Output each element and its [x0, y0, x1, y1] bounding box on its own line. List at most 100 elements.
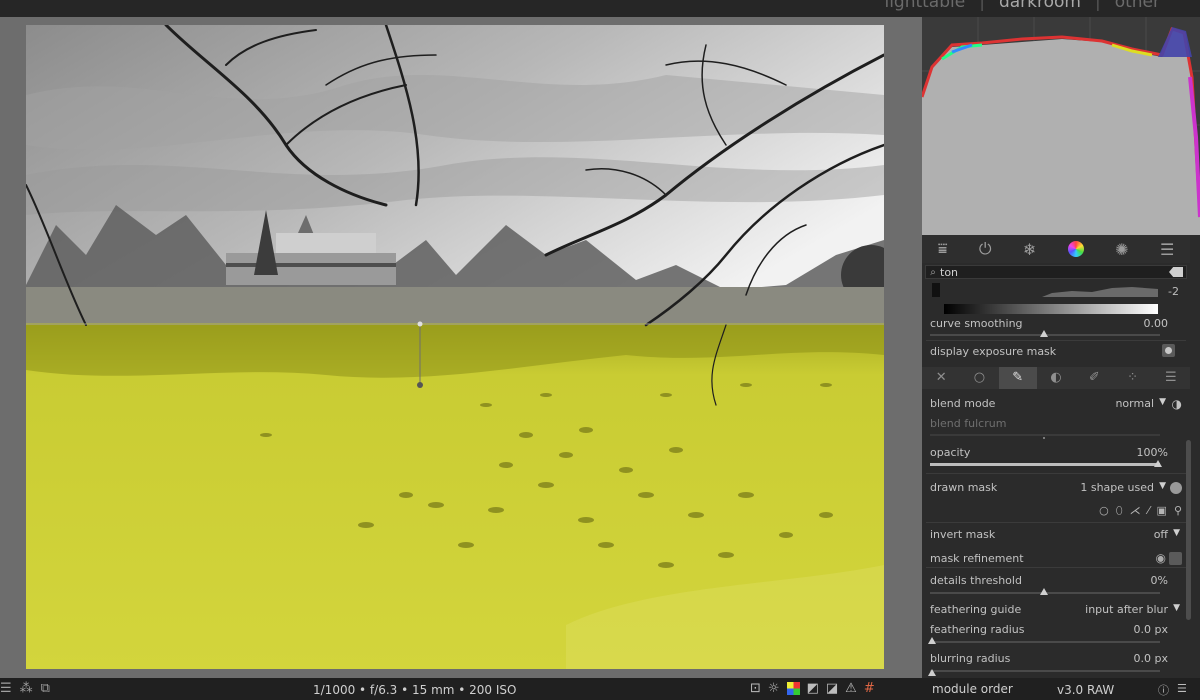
histogram[interactable]: [922, 17, 1200, 235]
brush-shape-icon[interactable]: ⁄: [1148, 504, 1150, 518]
sliders-icon[interactable]: ⩸: [938, 239, 948, 259]
feathering-guide-value: input after blur: [1085, 603, 1168, 616]
blend-fulcrum-marker: [1043, 437, 1045, 439]
curve-smoothing-value: 0.00: [1143, 317, 1169, 330]
lightbulb-icon[interactable]: ☼: [768, 681, 780, 696]
blurring-radius-handle[interactable]: [928, 669, 936, 676]
tone-gradient-bar: [944, 304, 1158, 314]
photo-image: [26, 25, 884, 669]
tab-blend-off[interactable]: ✕: [922, 367, 960, 389]
opacity-slider[interactable]: opacity 100%: [930, 446, 1182, 462]
feathering-radius-slider[interactable]: feathering radius 0.0 px: [930, 623, 1182, 639]
feathering-radius-track[interactable]: [930, 641, 1160, 643]
drawn-mask-row[interactable]: drawn mask 1 shape used ▼: [930, 481, 1182, 497]
feathering-guide-dropdown[interactable]: feathering guide input after blur ▼: [930, 603, 1182, 619]
drawn-mask-value: 1 shape used: [1080, 481, 1154, 494]
bottom-display-tools: ⊡ ☼ ◩ ◪ ⚠ #: [750, 681, 875, 696]
view-separator: |: [979, 0, 985, 12]
details-threshold-handle[interactable]: [1040, 588, 1048, 595]
edit-shapes-icon[interactable]: ⚲: [1174, 504, 1182, 518]
chevron-down-icon: ▼: [1173, 528, 1180, 538]
divider: [926, 567, 1186, 568]
details-threshold-slider[interactable]: details threshold 0%: [930, 574, 1182, 590]
tab-blend-raster[interactable]: ⁘: [1113, 367, 1151, 389]
info-icon[interactable]: ⓘ: [1158, 682, 1169, 698]
gradient-shape-icon[interactable]: ▣: [1157, 504, 1167, 518]
ellipse-shape-icon[interactable]: ⬯: [1116, 504, 1123, 518]
tab-blend-drawn[interactable]: ✎: [998, 367, 1037, 389]
blend-mode-value: normal: [1115, 397, 1154, 410]
mask-feather-handle[interactable]: [417, 382, 423, 388]
bottom-left-tools: ☰ ⁂ ⧉: [0, 681, 50, 696]
invert-mask-value: off: [1153, 528, 1168, 541]
focus-peaking-icon[interactable]: ⊡: [750, 681, 761, 696]
shape-tools: ○ ⬯ ⋌ ⁄ ▣ ⚲: [1052, 504, 1182, 518]
circle-shape-icon[interactable]: ○: [1099, 504, 1109, 518]
toggle-shapes-icon[interactable]: [1170, 482, 1182, 494]
image-canvas-area: [0, 17, 922, 678]
view-other[interactable]: other: [1115, 0, 1160, 12]
snowflake-icon[interactable]: ❄: [1023, 240, 1036, 259]
blurring-radius-track[interactable]: [930, 670, 1160, 672]
feathering-radius-value: 0.0 px: [1133, 623, 1168, 636]
module-order-label[interactable]: module order: [932, 682, 1013, 696]
tab-blend-drawn-parametric[interactable]: ✐: [1075, 367, 1113, 389]
menu-icon[interactable]: ☰: [1177, 682, 1187, 698]
softproof-icon[interactable]: ◩: [807, 681, 819, 696]
right-panel-scrollbar[interactable]: [1186, 440, 1191, 620]
gamut-check-icon[interactable]: ◪: [826, 681, 838, 696]
blend-menu-icon[interactable]: ☰: [1152, 367, 1190, 389]
bottom-right-tools: ⓘ ☰: [1158, 682, 1187, 698]
histogram-graph: [922, 17, 1200, 235]
styles-icon[interactable]: ⁂: [20, 681, 33, 696]
tab-blend-uniform[interactable]: ○: [960, 367, 998, 389]
menu-icon[interactable]: ☰: [0, 681, 12, 696]
chevron-down-icon: ▼: [1159, 397, 1166, 407]
view-separator: |: [1094, 0, 1101, 12]
feathering-radius-handle[interactable]: [928, 637, 936, 644]
invert-mask-dropdown[interactable]: invert mask off ▼: [930, 528, 1182, 544]
chevron-down-icon: ▼: [1173, 603, 1180, 613]
guides-icon[interactable]: #: [864, 681, 875, 696]
divider: [926, 522, 1186, 523]
exposure-value: -2: [1168, 285, 1179, 298]
blend-fulcrum-slider: blend fulcrum: [930, 417, 1007, 430]
divider: [926, 473, 1186, 474]
details-threshold-value: 0%: [1150, 574, 1168, 587]
photo-preview[interactable]: [26, 25, 884, 669]
opacity-handle[interactable]: [1154, 460, 1162, 467]
module-groups-bar: ⩸ ⏻ ❄ ✺ ☰: [922, 235, 1190, 263]
curve-smoothing-handle[interactable]: [1040, 330, 1048, 337]
mask-display-toggle[interactable]: [1169, 552, 1182, 565]
view-lighttable[interactable]: lighttable: [884, 0, 965, 12]
opacity-value: 100%: [1136, 446, 1168, 459]
color-wheel-icon[interactable]: [1067, 241, 1084, 257]
exposure-bar-marker: [932, 283, 940, 297]
tab-blend-parametric[interactable]: ◐: [1037, 367, 1075, 389]
chevron-down-icon: ▼: [1159, 481, 1166, 491]
path-shape-icon[interactable]: ⋌: [1130, 504, 1141, 518]
view-darkroom[interactable]: darkroom: [999, 0, 1081, 12]
opacity-fill[interactable]: [930, 463, 1160, 466]
blurring-radius-slider[interactable]: blurring radius 0.0 px: [930, 652, 1182, 668]
clear-search-icon[interactable]: [1169, 267, 1183, 277]
blurring-radius-value: 0.0 px: [1133, 652, 1168, 665]
second-window-icon[interactable]: ⧉: [41, 681, 50, 696]
mask-refinement-row: mask refinement ◉: [930, 551, 1182, 568]
reverse-order-icon[interactable]: ◑: [1172, 397, 1182, 411]
blend-mode-tabs: ✕ ○ ✎ ◐ ✐ ⁘ ☰: [922, 367, 1190, 389]
search-input[interactable]: [940, 266, 1169, 278]
power-icon[interactable]: ⏻: [979, 239, 992, 259]
tone-mini-histogram: [1042, 287, 1158, 297]
view-switcher: lighttable | darkroom | other: [884, 0, 1160, 12]
bottom-bar: ☰ ⁂ ⧉ 1/1000 • f/6.3 • 15 mm • 200 ISO ⊡…: [0, 678, 1200, 700]
curve-smoothing-slider[interactable]: curve smoothing 0.00: [930, 317, 1182, 333]
eye-icon[interactable]: ◉: [1156, 551, 1166, 565]
color-assessment-icon[interactable]: [786, 682, 800, 695]
display-exposure-mask-toggle[interactable]: [1162, 344, 1175, 357]
warning-icon[interactable]: ⚠: [845, 681, 857, 696]
fx-icon[interactable]: ✺: [1115, 240, 1128, 259]
blend-mode-dropdown[interactable]: blend mode normal ▼ ◑: [930, 397, 1182, 413]
menu-icon[interactable]: ☰: [1160, 240, 1174, 259]
mask-anchor-point[interactable]: [417, 321, 423, 327]
